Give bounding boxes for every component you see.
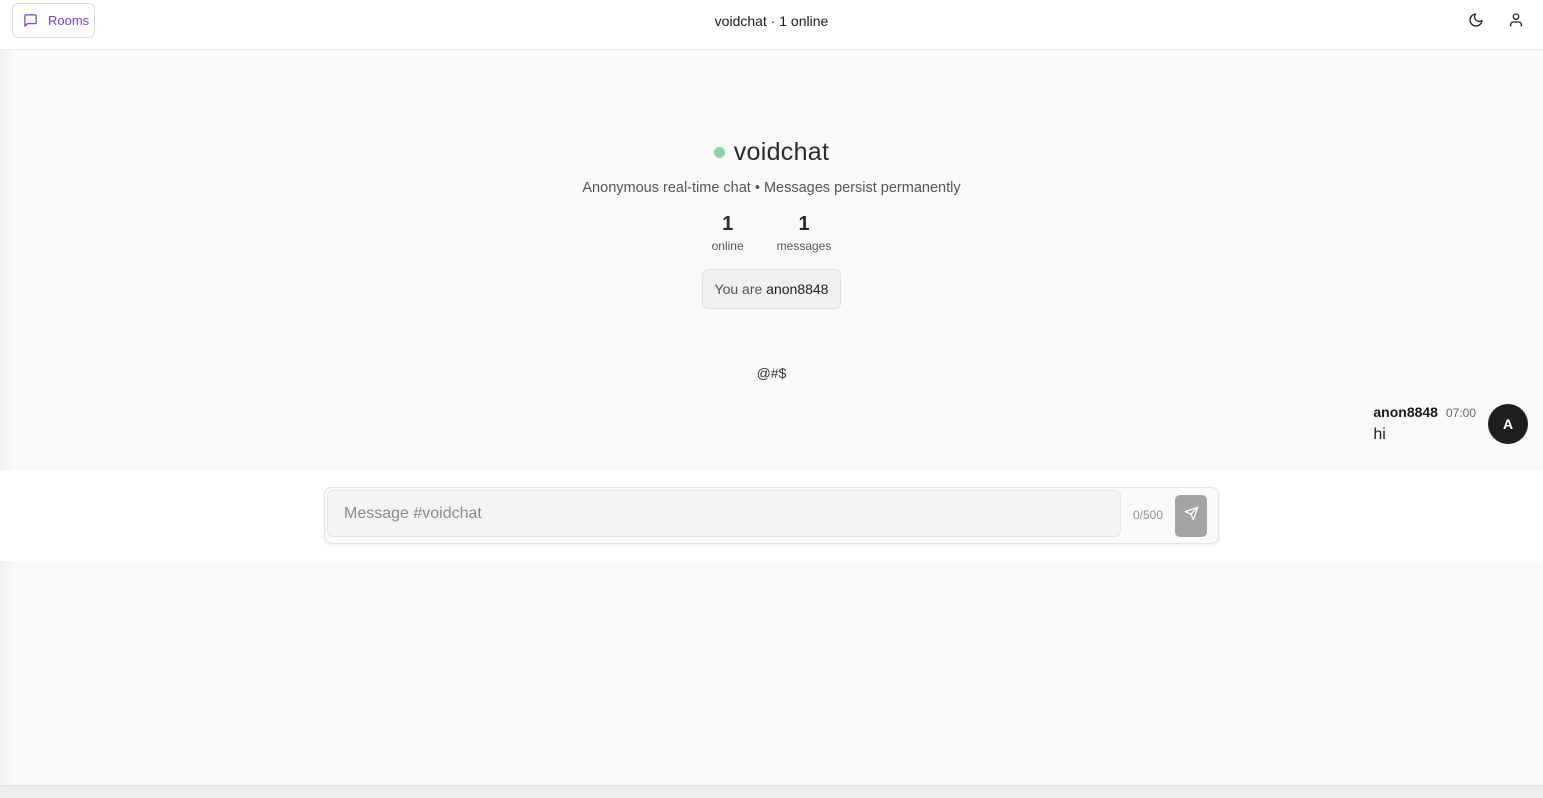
message-text-symbols: @#$ bbox=[756, 365, 787, 381]
user-icon bbox=[1508, 12, 1524, 33]
stat-value: 1 bbox=[722, 213, 734, 235]
identity-badge: You are anon8848 bbox=[701, 269, 842, 309]
stat-label: online bbox=[711, 239, 744, 253]
message-composer: 0/500 bbox=[324, 487, 1219, 544]
avatar: A bbox=[1488, 404, 1528, 444]
room-intro: voidchat Anonymous real-time chat • Mess… bbox=[0, 138, 1543, 309]
room-subtitle: Anonymous real-time chat • Messages pers… bbox=[582, 180, 961, 196]
account-button[interactable] bbox=[1506, 12, 1526, 32]
room-stats: 1 online 1 messages bbox=[0, 213, 1543, 253]
online-status-dot bbox=[713, 147, 725, 158]
send-button[interactable] bbox=[1175, 495, 1207, 537]
moon-icon bbox=[1468, 12, 1484, 33]
room-name: voidchat bbox=[733, 138, 830, 166]
message-timestamp: 07:00 bbox=[1445, 406, 1476, 420]
character-count: 0/500 bbox=[1133, 508, 1164, 522]
message-header: anon8848 07:00 bbox=[1373, 404, 1476, 420]
page-title: voidchat · 1 online bbox=[714, 13, 829, 29]
composer-area: 0/500 bbox=[0, 470, 1543, 561]
stat-label: messages bbox=[776, 239, 832, 253]
stat-value: 1 bbox=[798, 213, 810, 235]
message-body: anon8848 07:00 hi bbox=[1373, 404, 1476, 444]
room-title: voidchat bbox=[713, 138, 830, 167]
send-icon bbox=[1184, 506, 1199, 526]
stat-messages: 1 messages bbox=[777, 213, 832, 253]
message-username: anon8848 bbox=[1373, 404, 1438, 420]
identity-username: anon8848 bbox=[766, 281, 829, 297]
theme-toggle-button[interactable] bbox=[1466, 12, 1486, 32]
top-bar: Rooms voidchat · 1 online bbox=[0, 0, 1543, 50]
identity-prefix: You are bbox=[714, 281, 763, 297]
bottom-strip bbox=[0, 785, 1543, 798]
message-text: hi bbox=[1373, 426, 1386, 443]
stat-online: 1 online bbox=[712, 213, 744, 253]
chat-message: anon8848 07:00 hi A bbox=[1373, 404, 1528, 444]
message-input[interactable] bbox=[327, 490, 1121, 537]
